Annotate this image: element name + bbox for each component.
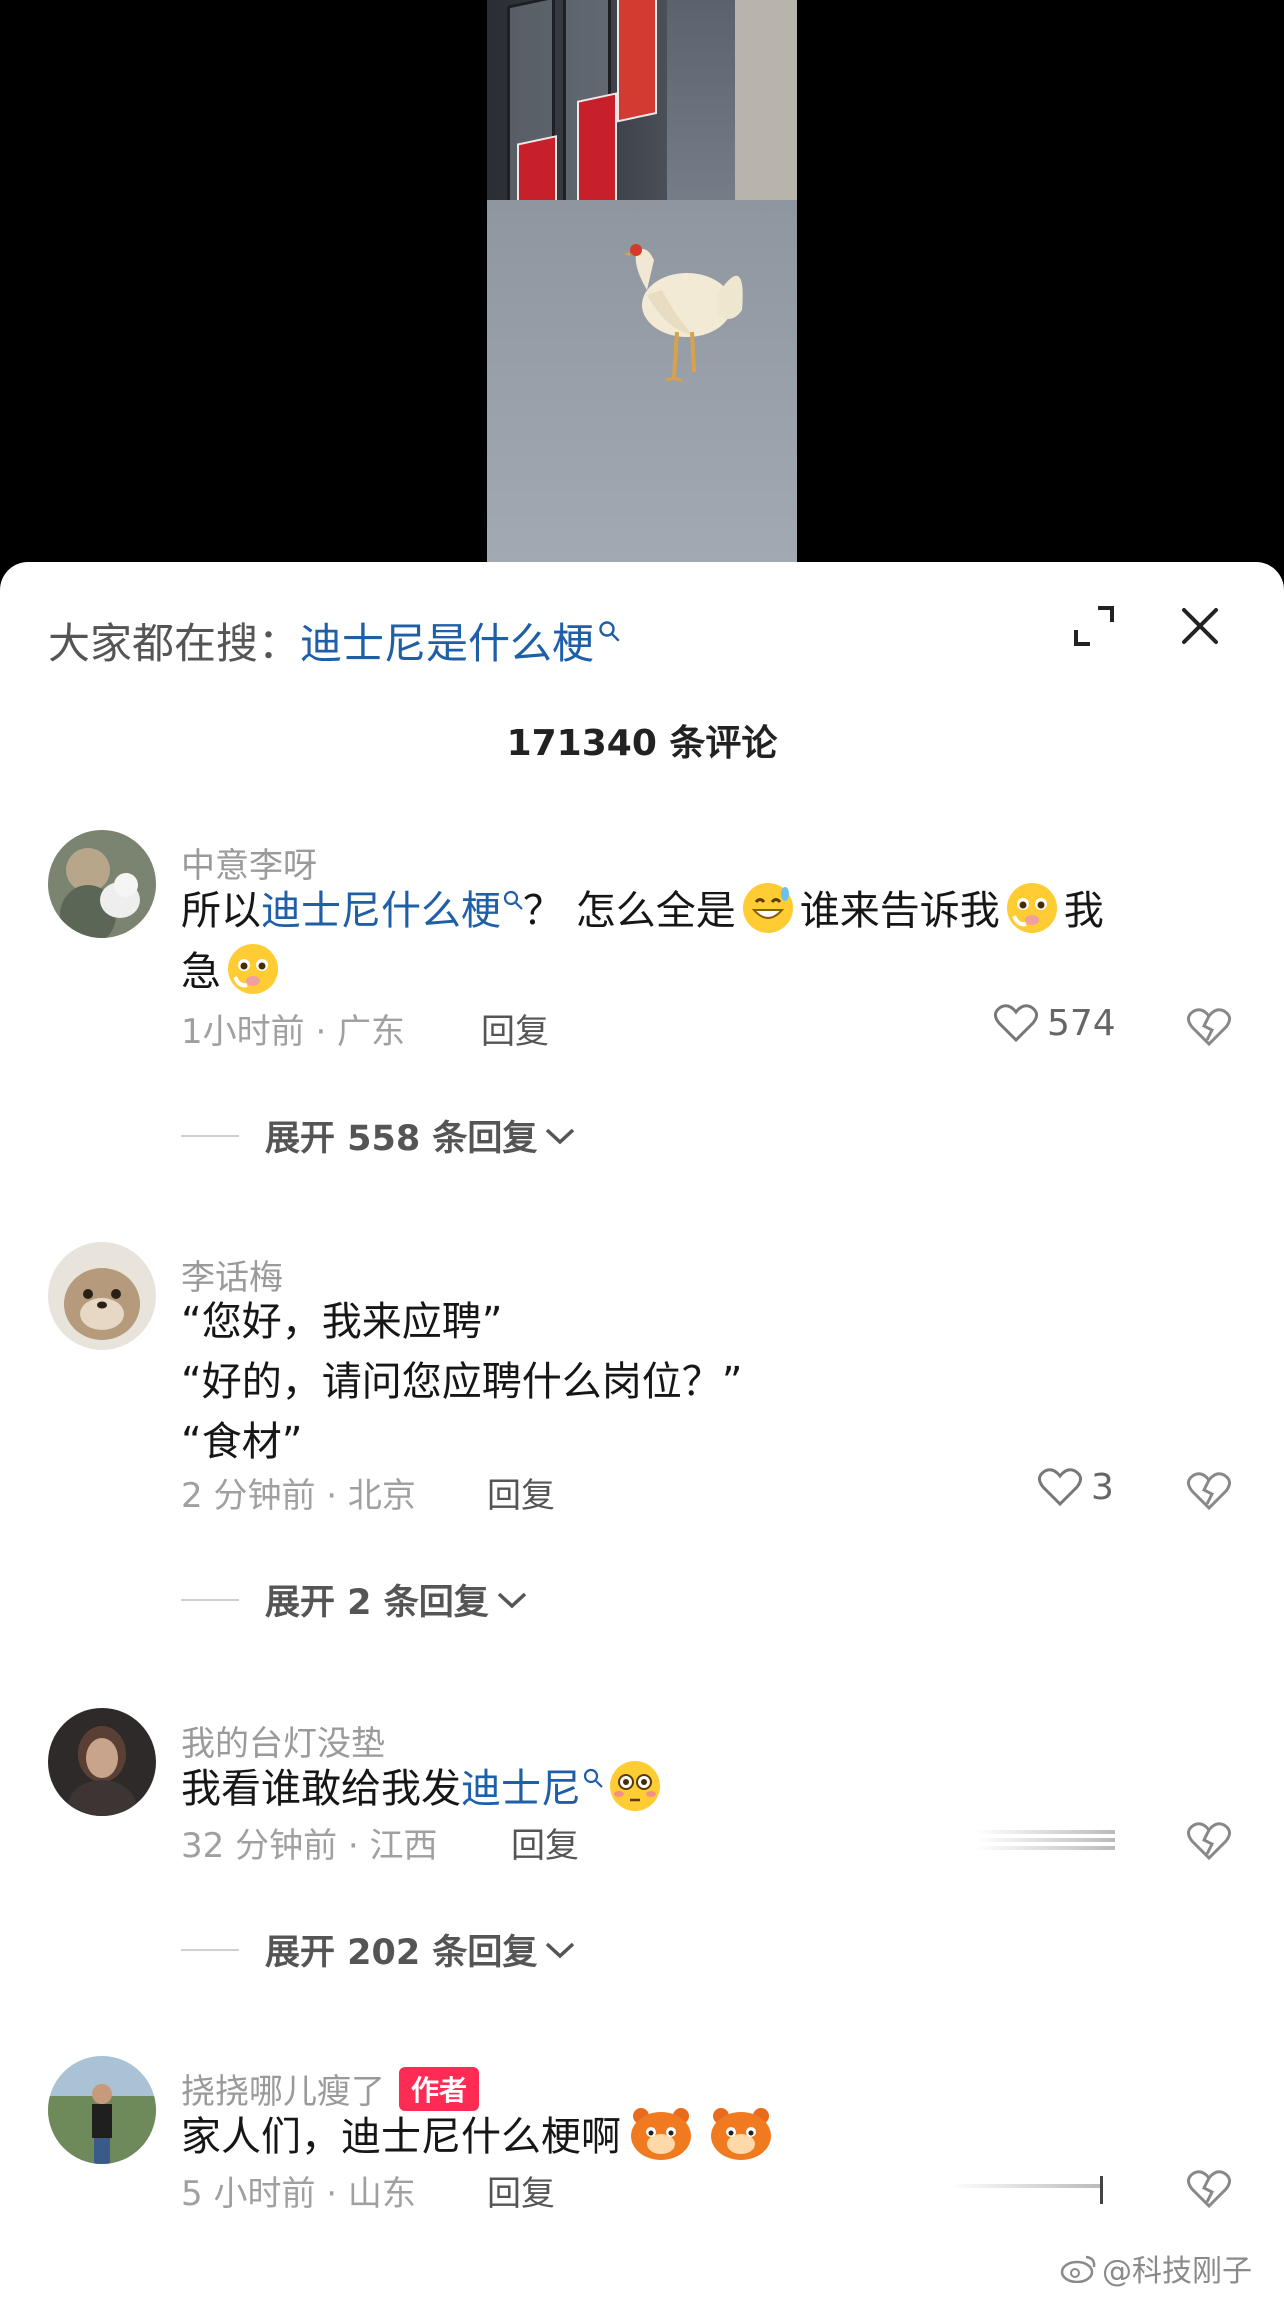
comment-text: 家人们，迪士尼什么梗啊	[181, 2106, 1241, 2167]
search-icon	[583, 1768, 603, 1788]
avatar[interactable]	[48, 1708, 156, 1816]
hashtag-link[interactable]: 迪士尼	[461, 1766, 581, 1812]
rooster-image	[624, 244, 743, 383]
chevron-down-icon	[497, 1592, 526, 1608]
search-prefix: 大家都在搜：	[48, 618, 301, 668]
reply-button[interactable]: 回复	[487, 1468, 555, 1517]
heart-icon	[1038, 1468, 1082, 1507]
dislike-icon[interactable]	[1186, 1006, 1232, 1048]
watermark: @科技刚子	[1060, 2246, 1252, 2290]
comment-timestamp: 2 分钟前 · 北京	[181, 1476, 416, 1516]
like-button[interactable]: 574	[993, 1002, 1116, 1044]
bear-sticker-icon	[631, 2108, 691, 2160]
heart-icon	[994, 1004, 1038, 1043]
search-icon	[599, 621, 620, 642]
comments-panel: 大家都在搜： 迪士尼是什么梗 171340 条评论 中意李呀 所以迪士尼什么梗 …	[0, 562, 1284, 2299]
dislike-icon[interactable]	[1186, 1470, 1232, 1512]
like-button-blurred[interactable]	[950, 2168, 1110, 2208]
comment-text: 我看谁敢给我发迪士尼	[181, 1758, 1241, 1819]
chevron-down-icon	[546, 1942, 575, 1958]
comment-timestamp: 5 小时前 · 山东	[181, 2174, 416, 2214]
comment-count: 171340 条评论	[506, 723, 778, 764]
dislike-icon[interactable]	[1186, 2168, 1232, 2210]
video-frame[interactable]	[487, 0, 797, 580]
pleading-emoji-icon	[1006, 883, 1057, 933]
avatar[interactable]	[48, 830, 156, 938]
reply-button[interactable]: 回复	[487, 2166, 555, 2215]
flushed-emoji-icon	[610, 1761, 660, 1811]
reply-button[interactable]: 回复	[481, 1004, 549, 1053]
like-count: 574	[1047, 1002, 1116, 1044]
comment-timestamp: 1小时前 · 广东	[181, 1012, 406, 1052]
avatar[interactable]	[48, 2056, 156, 2164]
pleading-emoji-icon	[228, 944, 278, 994]
like-button-blurred[interactable]	[975, 1820, 1115, 1860]
expand-replies-button[interactable]: 展开 558 条回复	[181, 1110, 577, 1161]
bear-sticker-icon	[711, 2108, 771, 2160]
reply-button[interactable]: 回复	[511, 1818, 579, 1867]
expand-replies-button[interactable]: 展开 202 条回复	[181, 1924, 577, 1975]
grinning-sweat-emoji-icon	[742, 883, 793, 933]
author-badge: 作者	[399, 2066, 480, 2111]
chevron-down-icon	[546, 1128, 575, 1144]
expand-replies-button[interactable]: 展开 2 条回复	[181, 1574, 529, 1625]
comment-timestamp: 32 分钟前 · 江西	[181, 1826, 438, 1866]
weibo-logo-icon	[1060, 2255, 1096, 2283]
comment-text: “您好，我来应聘” “好的，请问您应聘什么岗位？” “食材”	[181, 1299, 743, 1465]
avatar[interactable]	[48, 1242, 156, 1350]
like-button[interactable]: 3	[1037, 1466, 1114, 1508]
expand-icon[interactable]	[1068, 600, 1120, 652]
search-icon	[503, 890, 523, 910]
search-suggestion[interactable]: 大家都在搜： 迪士尼是什么梗	[48, 610, 620, 670]
comment-text: 所以迪士尼什么梗？ 怎么全是 谁来告诉我我 急	[181, 880, 1241, 1002]
hashtag-link[interactable]: 迪士尼什么梗	[261, 888, 501, 934]
search-term-link[interactable]: 迪士尼是什么梗	[300, 610, 594, 671]
like-count: 3	[1091, 1466, 1114, 1508]
dislike-icon[interactable]	[1186, 1820, 1232, 1862]
close-icon[interactable]	[1172, 598, 1228, 654]
video-player[interactable]	[0, 0, 1284, 580]
